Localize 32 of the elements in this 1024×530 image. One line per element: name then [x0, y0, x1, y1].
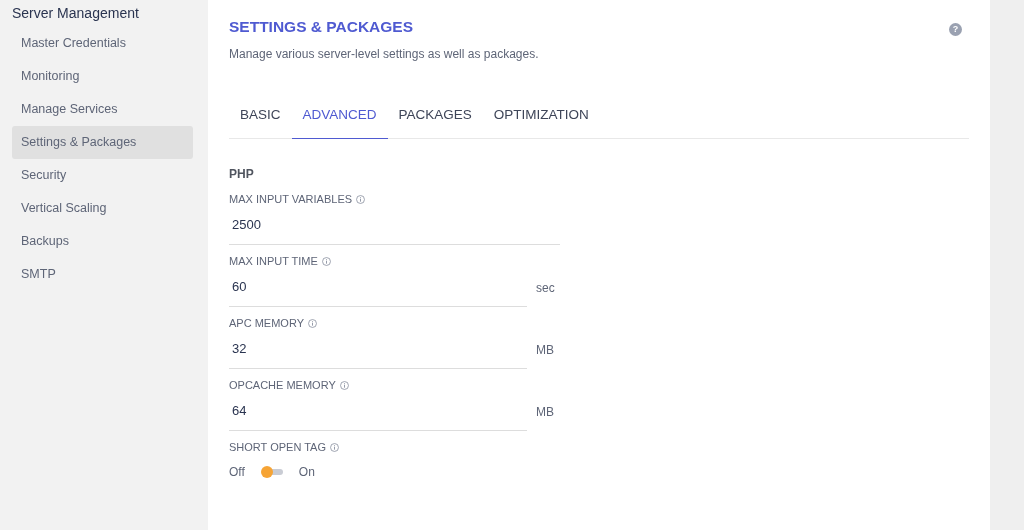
sidebar-item[interactable]: Monitoring [12, 59, 193, 93]
page-subtitle: Manage various server-level settings as well as packages. [229, 45, 539, 63]
toggle-switch[interactable] [260, 466, 283, 479]
tab[interactable]: PACKAGES [387, 98, 483, 139]
info-icon[interactable] [321, 256, 331, 266]
sidebar-item[interactable]: Manage Services [12, 92, 193, 126]
tab[interactable]: OPTIMIZATION [482, 98, 600, 139]
page-title: SETTINGS & PACKAGES [229, 18, 414, 37]
unit-label: MB [536, 342, 554, 360]
info-icon[interactable] [330, 442, 339, 452]
sidebar-title: Server Management [11, 4, 140, 23]
info-icon[interactable] [339, 380, 349, 390]
section-heading: PHP [229, 165, 255, 183]
info-icon[interactable] [356, 194, 366, 204]
info-icon[interactable] [308, 318, 317, 328]
field-label: SHORT OPEN TAG [229, 439, 326, 455]
sidebar-item[interactable]: Settings & Packages [12, 125, 193, 159]
unit-label: MB [536, 404, 554, 422]
tab[interactable]: ADVANCED [291, 98, 388, 139]
sidebar-item[interactable]: Vertical Scaling [12, 191, 193, 225]
field-label: MAX INPUT TIME [229, 253, 318, 269]
sidebar-item[interactable]: Backups [12, 224, 193, 258]
field-label: MAX INPUT VARIABLES [229, 191, 353, 207]
tab[interactable]: BASIC [229, 98, 292, 139]
field-label: APC MEMORY [229, 315, 304, 331]
toggle-off-label: Off [229, 464, 245, 482]
sidebar-item[interactable]: SMTP [12, 257, 193, 291]
unit-label: sec [536, 280, 555, 298]
field-label: OPCACHE MEMORY [229, 377, 336, 393]
sidebar-item[interactable]: Security [12, 158, 193, 192]
sidebar-item[interactable]: Master Credentials [12, 26, 193, 60]
toggle-on-label: On [298, 464, 315, 482]
